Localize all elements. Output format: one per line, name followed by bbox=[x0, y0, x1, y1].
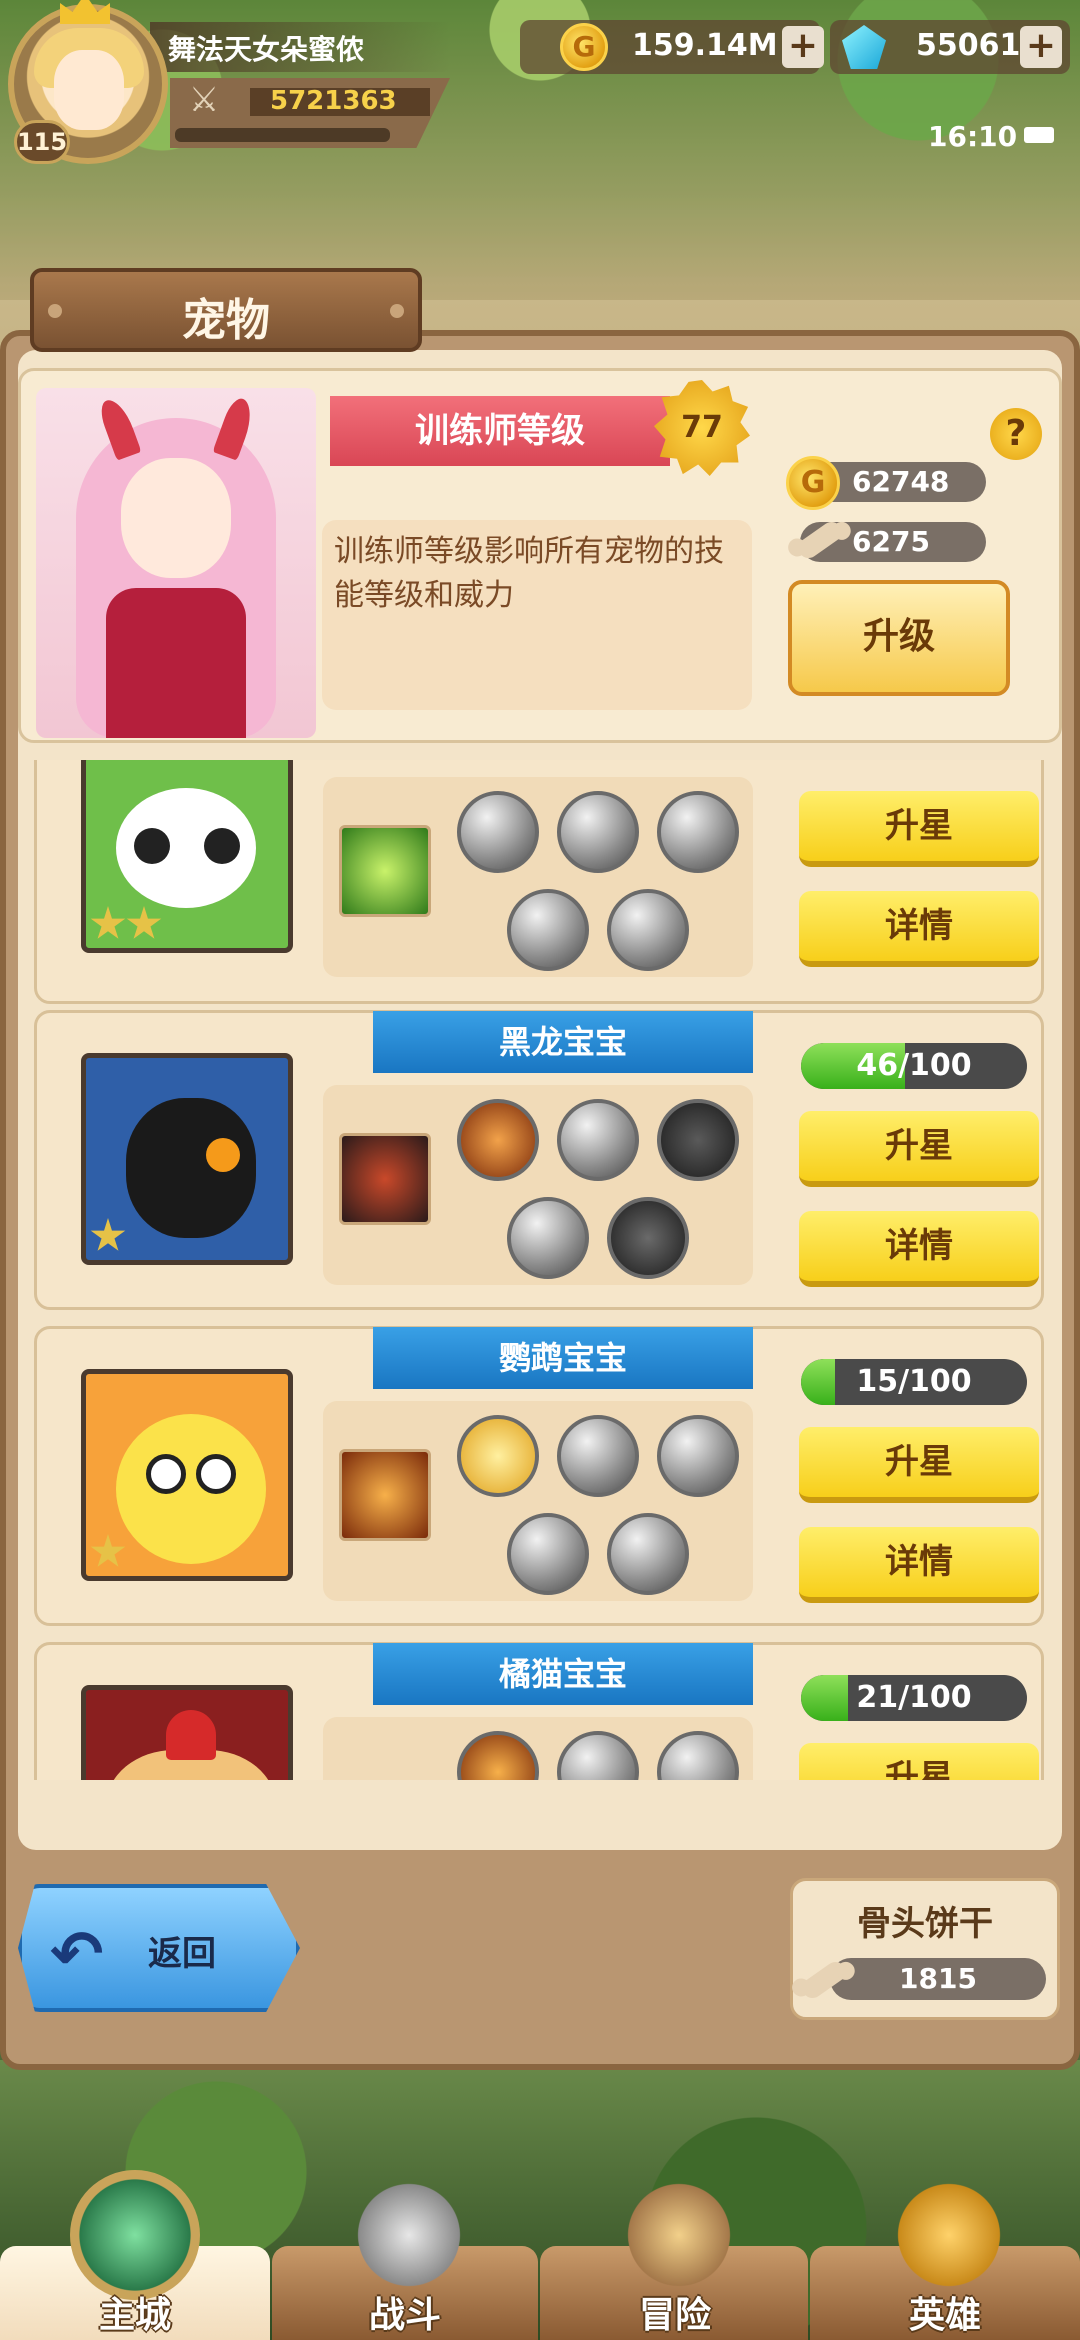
progress-text: 15/100 bbox=[856, 1364, 972, 1399]
main-skill-icon[interactable] bbox=[339, 1449, 431, 1541]
skill-icon[interactable] bbox=[507, 889, 589, 971]
main-skill-icon[interactable] bbox=[339, 825, 431, 917]
pet-name: 鹦鹉宝宝 bbox=[373, 1327, 753, 1389]
bone-biscuit-count: 1815 bbox=[830, 1958, 1046, 2000]
back-label: 返回 bbox=[148, 1934, 216, 1974]
clock: 16:10 bbox=[928, 120, 1018, 153]
skill-icon[interactable] bbox=[557, 791, 639, 873]
skill-icon[interactable] bbox=[457, 1099, 539, 1181]
skills-box bbox=[323, 1085, 753, 1285]
tab-label-battle: 战斗 bbox=[368, 2295, 441, 2336]
progress-text: 46/100 bbox=[856, 1048, 972, 1083]
star-rating bbox=[90, 1534, 126, 1574]
add-gem-button[interactable]: + bbox=[1020, 26, 1062, 68]
tab-label-adventure: 冒险 bbox=[638, 2295, 711, 2336]
trainer-level-title: 训练师等级 bbox=[330, 396, 670, 466]
help-button[interactable]: ? bbox=[990, 408, 1042, 460]
upstar-button[interactable]: 升星 bbox=[799, 791, 1039, 867]
skill-icon[interactable] bbox=[607, 1197, 689, 1279]
avatar-face bbox=[54, 50, 124, 130]
player-name: 舞法天女朵蜜侬 bbox=[168, 33, 365, 66]
skill-icon[interactable] bbox=[457, 791, 539, 873]
player-level-badge: 115 bbox=[14, 120, 70, 164]
gem-resource: 55061 + bbox=[830, 20, 1070, 74]
gold-coin-icon: G bbox=[560, 23, 608, 71]
pet-card: 升星 详情 bbox=[34, 760, 1044, 1004]
pet-portrait[interactable] bbox=[81, 760, 293, 953]
pet-progress-bar: 46/100 bbox=[801, 1043, 1027, 1089]
trainer-description: 训练师等级影响所有宠物的技能等级和威力 bbox=[322, 520, 752, 710]
star-icon bbox=[90, 1218, 126, 1251]
pet-card: 鹦鹉宝宝 15/100 升星 详情 bbox=[34, 1326, 1044, 1626]
skill-icon[interactable] bbox=[557, 1731, 639, 1780]
gold-coin-icon: G bbox=[786, 456, 840, 510]
progress-text: 21/100 bbox=[856, 1680, 972, 1715]
upgrade-button[interactable]: 升级 bbox=[788, 580, 1010, 696]
pet-progress-bar: 21/100 bbox=[801, 1675, 1027, 1721]
star-icon bbox=[90, 906, 126, 939]
pet-portrait[interactable] bbox=[81, 1369, 293, 1581]
detail-button[interactable]: 详情 bbox=[799, 1211, 1039, 1287]
pet-name: 橘猫宝宝 bbox=[373, 1643, 753, 1705]
trainer-portrait bbox=[36, 388, 316, 738]
bone-biscuit-title: 骨头饼干 bbox=[857, 1904, 993, 1944]
upstar-button[interactable]: 升星 bbox=[799, 1111, 1039, 1187]
pet-portrait[interactable] bbox=[81, 1685, 293, 1780]
skill-icon[interactable] bbox=[657, 1099, 739, 1181]
hero-shield-icon bbox=[884, 2170, 1014, 2300]
scroll-map-icon bbox=[614, 2170, 744, 2300]
skill-icon[interactable] bbox=[657, 1731, 739, 1780]
xp-bar bbox=[175, 128, 390, 142]
diamond-icon bbox=[842, 25, 886, 69]
skill-icon[interactable] bbox=[507, 1197, 589, 1279]
pet-progress-bar: 15/100 bbox=[801, 1359, 1027, 1405]
skill-icon[interactable] bbox=[657, 1415, 739, 1497]
star-icon bbox=[126, 906, 162, 939]
gold-amount: 159.14M bbox=[632, 28, 778, 63]
page-title-plate: 宠物 bbox=[30, 268, 422, 352]
star-rating bbox=[90, 906, 162, 946]
page-title: 宠物 bbox=[182, 295, 270, 346]
skills-box bbox=[323, 1717, 753, 1780]
skill-icon[interactable] bbox=[657, 791, 739, 873]
star-icon bbox=[90, 1534, 126, 1567]
main-skill-icon[interactable] bbox=[339, 1133, 431, 1225]
detail-button[interactable]: 详情 bbox=[799, 1527, 1039, 1603]
tab-label-hero: 英雄 bbox=[908, 2295, 981, 2336]
pet-card: 橘猫宝宝 21/100 升星 bbox=[34, 1642, 1044, 1780]
gem-amount: 55061 bbox=[916, 28, 1021, 63]
upstar-button[interactable]: 升星 bbox=[799, 1743, 1039, 1780]
crossed-swords-icon: ⚔ bbox=[188, 80, 220, 120]
skill-icon[interactable] bbox=[607, 889, 689, 971]
power-value: 5721363 bbox=[270, 86, 397, 116]
nail-icon bbox=[390, 304, 404, 318]
add-gold-button[interactable]: + bbox=[782, 26, 824, 68]
skill-icon[interactable] bbox=[557, 1415, 639, 1497]
skill-icon[interactable] bbox=[457, 1731, 539, 1780]
pet-card: 黑龙宝宝 46/100 升星 详情 bbox=[34, 1010, 1044, 1310]
tab-label-main-city: 主城 bbox=[98, 2295, 171, 2336]
star-rating bbox=[90, 1218, 126, 1258]
skills-box bbox=[323, 777, 753, 977]
skill-icon[interactable] bbox=[507, 1513, 589, 1595]
skill-icon[interactable] bbox=[557, 1099, 639, 1181]
back-arrow-icon: ↶ bbox=[50, 1918, 104, 1992]
main-city-icon bbox=[70, 2170, 200, 2300]
crossed-swords-icon bbox=[344, 2170, 474, 2300]
skills-box bbox=[323, 1401, 753, 1601]
detail-button[interactable]: 详情 bbox=[799, 891, 1039, 967]
pet-name: 黑龙宝宝 bbox=[373, 1011, 753, 1073]
skill-icon[interactable] bbox=[607, 1513, 689, 1595]
battery-icon bbox=[1024, 127, 1054, 143]
upstar-button[interactable]: 升星 bbox=[799, 1427, 1039, 1503]
pet-list[interactable]: 升星 详情 黑龙宝宝 46/100 升星 详情 鹦鹉宝宝 15/100 升星 详… bbox=[18, 760, 1062, 1780]
gold-resource: G 159.14M + bbox=[520, 20, 824, 74]
pet-portrait[interactable] bbox=[81, 1053, 293, 1265]
skill-icon[interactable] bbox=[457, 1415, 539, 1497]
